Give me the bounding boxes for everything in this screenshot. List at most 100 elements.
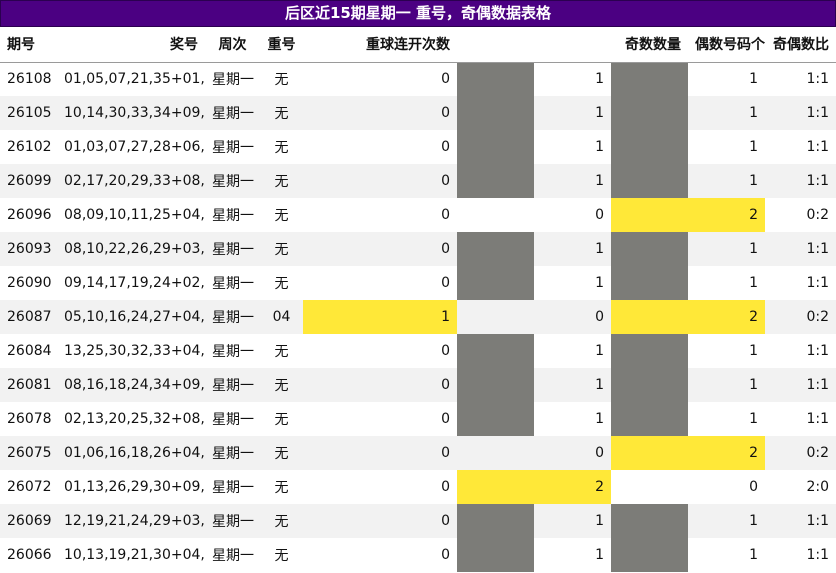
cell-weekday: 星期一 [212,514,254,530]
cell-repeat-count: 0 [441,139,450,155]
cell-odd-block [457,300,534,334]
cell-odd-block [457,470,534,504]
cell-even-count: 1 [749,275,758,291]
cell-weekday: 星期一 [212,106,254,122]
cell-ratio: 1:1 [806,71,829,88]
cell-odd-count: 1 [595,377,604,393]
cell-odd-count: 1 [595,513,604,529]
cell-weekday: 星期一 [212,174,254,190]
cell-odd-block [457,62,534,96]
cell-weekday: 星期一 [212,412,254,428]
cell-weekday: 星期一 [212,208,254,224]
cell-even-block [611,130,688,164]
cell-numbers: 13,25,30,32,33+04,05 [64,343,205,359]
cell-odd-count: 1 [595,343,604,359]
cell-repeat-count: 0 [441,377,450,393]
cell-odd-block [457,164,534,198]
cell-repeat-count: 0 [441,479,450,495]
table-row: 26090 09,14,17,19,24+02,09 星期一 无 0 1 1 1:1 [0,266,836,300]
cell-repeat-count: 0 [441,411,450,427]
cell-issue: 26087 [7,309,52,325]
cell-even-count: 1 [749,139,758,155]
cell-issue: 26072 [7,479,52,495]
header-issue: 期号 [0,27,57,63]
cell-repeat: 无 [274,412,289,428]
cell-odd-block [457,130,534,164]
cell-even-block [611,334,688,368]
cell-ratio: 1:1 [806,139,829,155]
cell-numbers: 02,17,20,29,33+08,09 [64,173,205,189]
cell-numbers: 10,13,19,21,30+04,05 [64,547,205,563]
header-odd-count: 奇数数量 [534,27,688,63]
cell-repeat-count: 0 [441,275,450,291]
cell-odd-block [457,266,534,300]
cell-weekday: 星期一 [212,242,254,258]
cell-repeat-count: 1 [303,300,457,334]
table-row: 26084 13,25,30,32,33+04,05 星期一 无 0 1 1 1:1 [0,334,836,368]
cell-even-block [611,538,688,572]
cell-repeat-count: 0 [441,207,450,223]
cell-odd-block [457,198,534,232]
cell-numbers: 05,10,16,24,27+04,10 [64,309,205,325]
cell-ratio: 1:1 [806,411,829,427]
cell-ratio: 1:1 [806,241,829,257]
table-row: 26087 05,10,16,24,27+04,10 星期一 04 1 0 2 0:2 [0,300,836,334]
cell-even-count: 1 [749,71,758,88]
cell-repeat: 无 [274,208,289,224]
cell-weekday: 星期一 [212,480,254,496]
cell-issue: 26075 [7,445,52,461]
cell-issue: 26069 [7,513,52,529]
header-weekday: 周次 [205,27,260,63]
cell-even-count: 1 [749,547,758,563]
table-row: 26072 01,13,26,29,30+09,11 星期一 无 0 2 0 2:0 [0,470,836,504]
cell-even-block [611,470,688,504]
cell-odd-count: 0 [595,207,604,223]
cell-repeat: 无 [274,480,289,496]
cell-issue: 26108 [7,71,52,88]
cell-repeat: 无 [274,548,289,564]
cell-odd-block [457,232,534,266]
cell-odd-count: 0 [595,309,604,325]
cell-issue: 26066 [7,547,52,563]
cell-numbers: 01,03,07,27,28+06,07 [64,139,205,155]
cell-repeat: 无 [274,514,289,530]
cell-numbers: 10,14,30,33,34+09,12 [64,105,205,121]
header-numbers: 奖号 [57,27,205,63]
cell-issue: 26105 [7,105,52,121]
cell-ratio: 1:1 [806,275,829,291]
cell-issue: 26093 [7,241,52,257]
cell-weekday: 星期一 [212,378,254,394]
cell-weekday: 星期一 [212,72,254,89]
cell-repeat: 无 [274,344,289,360]
cell-odd-block [457,96,534,130]
cell-repeat: 无 [274,446,289,462]
header-spacer [457,27,534,63]
cell-odd-count: 1 [595,275,604,291]
cell-numbers: 01,05,07,21,35+01,04 [64,71,205,88]
cell-repeat: 无 [274,276,289,292]
cell-ratio: 1:1 [806,513,829,529]
cell-issue: 26081 [7,377,52,393]
cell-numbers: 09,14,17,19,24+02,09 [64,275,205,291]
cell-repeat: 无 [274,72,289,89]
cell-even-count: 2 [688,198,765,232]
cell-odd-block [457,402,534,436]
cell-even-block [611,300,688,334]
cell-odd-count: 2 [534,470,611,504]
cell-issue: 26102 [7,139,52,155]
cell-numbers: 08,16,18,24,34+09,12 [64,377,205,393]
cell-even-count: 1 [749,241,758,257]
cell-odd-count: 1 [595,139,604,155]
cell-repeat-count: 0 [441,71,450,88]
cell-ratio: 0:2 [806,207,829,223]
cell-ratio: 0:2 [806,309,829,325]
cell-ratio: 1:1 [806,377,829,393]
cell-odd-count: 1 [595,241,604,257]
cell-even-block [611,368,688,402]
header-even-count: 偶数号码个数 [688,27,765,63]
cell-ratio: 0:2 [806,445,829,461]
table-row: 26069 12,19,21,24,29+03,10 星期一 无 0 1 1 1:1 [0,504,836,538]
header-row: 期号 奖号 周次 重号 重球连开次数 奇数数量 偶数号码个数 奇偶数比 [0,27,836,63]
cell-even-count: 1 [749,343,758,359]
table-row: 26105 10,14,30,33,34+09,12 星期一 无 0 1 1 1:1 [0,96,836,130]
